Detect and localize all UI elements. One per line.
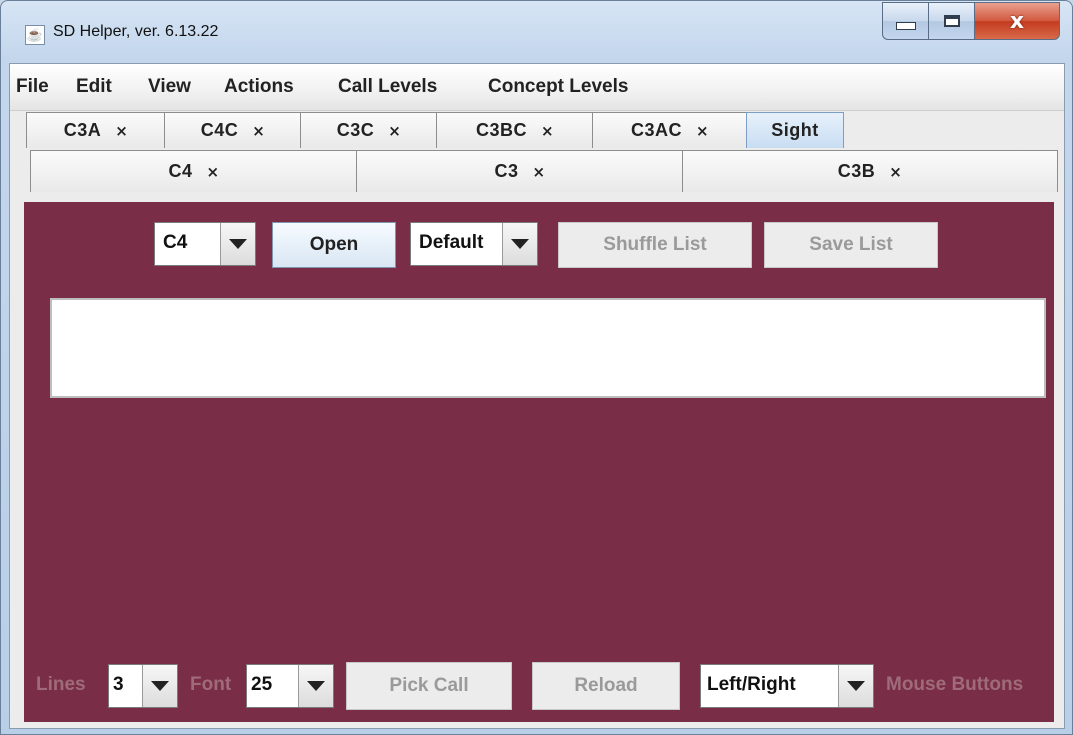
open-button[interactable]: Open	[272, 222, 396, 268]
tab-sight[interactable]: Sight	[746, 112, 844, 148]
menu-actions[interactable]: Actions	[224, 76, 294, 98]
tab-label: C3A	[63, 120, 102, 140]
tab-c3bc[interactable]: C3BC ×	[436, 112, 594, 148]
menu-bar: File Edit View Actions Call Levels Conce…	[10, 64, 1064, 111]
tab-label: C3BC	[475, 120, 527, 140]
triangle-down-icon[interactable]	[298, 665, 333, 707]
level-select[interactable]: C4	[154, 222, 256, 266]
save-list-button[interactable]: Save List	[764, 222, 938, 268]
app-window: ☕ SD Helper, ver. 6.13.22 x File Edit Vi…	[0, 0, 1073, 735]
lines-label: Lines	[36, 674, 86, 695]
menu-call-levels[interactable]: Call Levels	[338, 76, 437, 98]
menu-file[interactable]: File	[16, 76, 49, 98]
close-x-icon[interactable]: ×	[532, 163, 545, 181]
tab-label: C3	[494, 161, 519, 181]
order-select[interactable]: Default	[410, 222, 538, 266]
client-area: File Edit View Actions Call Levels Conce…	[9, 63, 1065, 729]
minimize-button[interactable]	[882, 2, 928, 40]
tab-row-1: C3A × C4C × C3C × C3BC × C3AC × Sight	[10, 112, 1064, 150]
menu-concept-levels[interactable]: Concept Levels	[488, 76, 628, 98]
triangle-down-icon[interactable]	[220, 223, 255, 265]
level-select-value: C4	[163, 232, 188, 253]
window-controls: x	[882, 2, 1060, 42]
call-panel: C4 Open Default Shuffle List Save List L…	[24, 202, 1054, 722]
tab-c4c[interactable]: C4C ×	[164, 112, 302, 148]
mouse-buttons-label: Mouse Buttons	[886, 674, 1024, 695]
tab-c3[interactable]: C3 ×	[356, 150, 684, 192]
minimize-icon	[895, 22, 916, 30]
java-icon[interactable]: ☕	[25, 25, 45, 45]
triangle-down-icon[interactable]	[502, 223, 537, 265]
menu-view[interactable]: View	[148, 76, 191, 98]
shuffle-list-button[interactable]: Shuffle List	[558, 222, 752, 268]
close-x-icon[interactable]: ×	[889, 163, 902, 181]
font-select-value: 25	[251, 674, 273, 695]
tab-label: Sight	[771, 120, 819, 140]
pick-call-button[interactable]: Pick Call	[346, 662, 512, 710]
font-label: Font	[190, 674, 232, 695]
tab-c3ac[interactable]: C3AC ×	[592, 112, 748, 148]
triangle-down-icon[interactable]	[142, 665, 177, 707]
window-title: SD Helper, ver. 6.13.22	[53, 23, 219, 40]
tab-label: C3B	[837, 161, 876, 181]
triangle-down-icon[interactable]	[838, 665, 873, 707]
call-display-area[interactable]	[50, 298, 1046, 398]
tab-c4[interactable]: C4 ×	[30, 150, 358, 192]
tab-row-2: C4 × C3 × C3B ×	[10, 150, 1064, 194]
maximize-button[interactable]	[928, 2, 974, 40]
close-icon: x	[1009, 8, 1025, 34]
tab-label: C3AC	[630, 120, 682, 140]
lines-select[interactable]: 3	[108, 664, 178, 708]
order-select-value: Default	[419, 232, 484, 253]
tab-c3b[interactable]: C3B ×	[682, 150, 1058, 192]
close-x-icon[interactable]: ×	[696, 122, 709, 140]
close-x-icon[interactable]: ×	[252, 122, 265, 140]
tab-c3c[interactable]: C3C ×	[300, 112, 438, 148]
menu-edit[interactable]: Edit	[76, 76, 112, 98]
close-x-icon[interactable]: ×	[115, 122, 128, 140]
lines-select-value: 3	[113, 674, 124, 695]
tab-label: C4	[168, 161, 193, 181]
close-button[interactable]: x	[974, 2, 1060, 40]
reload-button[interactable]: Reload	[532, 662, 680, 710]
close-x-icon[interactable]: ×	[206, 163, 219, 181]
title-bar[interactable]: ☕ SD Helper, ver. 6.13.22 x	[1, 1, 1072, 63]
tab-c3a[interactable]: C3A ×	[26, 112, 166, 148]
mouse-buttons-select[interactable]: Left/Right	[700, 664, 874, 708]
mouse-select-value: Left/Right	[707, 674, 796, 695]
maximize-icon	[943, 15, 960, 27]
close-x-icon[interactable]: ×	[541, 122, 554, 140]
close-x-icon[interactable]: ×	[388, 122, 401, 140]
font-select[interactable]: 25	[246, 664, 334, 708]
tab-label: C4C	[200, 120, 239, 140]
tab-label: C3C	[336, 120, 375, 140]
